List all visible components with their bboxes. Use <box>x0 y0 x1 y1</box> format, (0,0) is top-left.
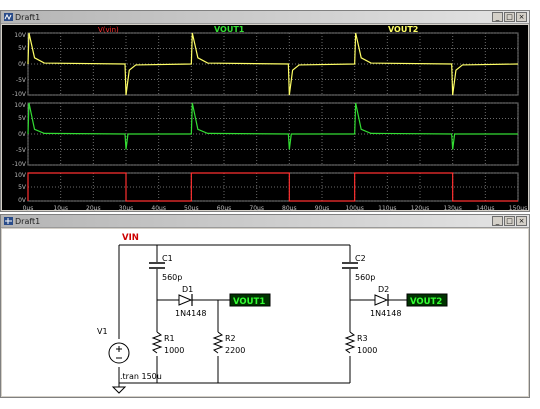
capacitor-c2-symbol[interactable] <box>342 262 358 269</box>
y-tick-label: -5V <box>16 77 27 84</box>
x-tick-label: 120µs <box>411 205 429 211</box>
y-tick-label: 5V <box>18 45 27 52</box>
r2-value-label: 2200 <box>225 346 245 355</box>
resistor-r3-symbol[interactable] <box>344 331 356 354</box>
x-tick-label: 60µs <box>217 205 232 211</box>
schematic-app-icon <box>4 217 13 225</box>
x-tick-label: 140µs <box>476 205 494 211</box>
resistor-r2-symbol[interactable] <box>212 331 224 354</box>
grid-lines <box>27 32 519 202</box>
maximize-button[interactable]: □ <box>504 12 515 22</box>
c2-value-label: 560p <box>355 273 375 282</box>
y-tick-label: -10V <box>12 161 27 168</box>
y-tick-label: 10V <box>14 32 27 39</box>
legend-vin[interactable]: V(vin) <box>98 26 119 34</box>
diode-d2-symbol[interactable] <box>374 294 389 306</box>
schematic-svg: VOUT1 VOUT2 VIN C1 560p C2 560p D1 1N414… <box>97 233 448 394</box>
pane-bottom-frame <box>27 172 519 202</box>
c1-name-label: C1 <box>162 254 173 263</box>
voltage-source-v1-symbol[interactable] <box>108 342 130 364</box>
schematic-titlebar[interactable]: Draft1 _ □ × <box>1 215 529 228</box>
y-tick-label: 5V <box>18 184 27 191</box>
d1-value-label: 1N4148 <box>175 309 206 318</box>
x-tick-label: 30µs <box>119 205 134 211</box>
waveform-window: Draft1 _ □ × V(vin) VOUT1 VOUT2 10V 5V 0… <box>0 10 530 212</box>
diode-d1-symbol[interactable] <box>178 294 193 306</box>
c2-name-label: C2 <box>355 254 366 263</box>
netflag-vout1[interactable]: VOUT1 <box>229 293 271 307</box>
minimize-button[interactable]: _ <box>492 216 503 226</box>
net-label-vin: VIN <box>122 233 139 243</box>
waveform-plot-area[interactable]: V(vin) VOUT1 VOUT2 10V 5V 0V -5V -10V 10… <box>2 25 528 212</box>
y-tick-label: 0V <box>18 131 27 138</box>
x-tick-label: 80µs <box>282 205 297 211</box>
legend-vout2[interactable]: VOUT2 <box>388 25 418 34</box>
x-axis-ticks: 0µs 10µs 20µs 30µs 40µs 50µs 60µs 70µs 80µs 90µs 1… <box>23 205 528 212</box>
y-tick-label: 0V <box>18 61 27 68</box>
y-tick-label: 10V <box>14 102 27 109</box>
x-tick-label: 110µs <box>378 205 396 211</box>
r1-value-label: 1000 <box>164 346 184 355</box>
x-tick-label: 50µs <box>184 205 199 211</box>
y-tick-label: -10V <box>12 91 27 98</box>
y-tick-label: 5V <box>18 115 27 122</box>
x-tick-label: 90µs <box>315 205 330 211</box>
close-button[interactable]: × <box>516 216 527 226</box>
r3-name-label: R3 <box>357 334 368 343</box>
minimize-button[interactable]: _ <box>492 12 503 22</box>
schematic-window: Draft1 _ □ × VOUT1 VOUT2 VIN C1 560p C2 … <box>0 214 530 398</box>
y-tick-label: 0V <box>18 197 27 204</box>
y-tick-label: -5V <box>16 147 27 154</box>
x-tick-label: 130µs <box>443 205 461 211</box>
netflag-vout2-label: VOUT2 <box>410 297 442 307</box>
waveform-svg: V(vin) VOUT1 VOUT2 10V 5V 0V -5V -10V 10… <box>12 25 528 212</box>
x-tick-label: 100µs <box>345 205 363 211</box>
waveform-window-title: Draft1 <box>15 13 41 22</box>
maximize-button[interactable]: □ <box>504 216 515 226</box>
capacitor-c1-symbol[interactable] <box>149 262 165 269</box>
x-tick-label: 0µs <box>23 205 34 211</box>
x-tick-label: 40µs <box>151 205 166 211</box>
schematic-window-title: Draft1 <box>15 217 41 226</box>
schematic-canvas[interactable]: VOUT1 VOUT2 VIN C1 560p C2 560p D1 1N414… <box>2 229 528 396</box>
r2-name-label: R2 <box>225 334 236 343</box>
r1-name-label: R1 <box>164 334 175 343</box>
trace-v-vin[interactable] <box>27 172 518 202</box>
d2-name-label: D2 <box>378 285 389 294</box>
x-tick-label: 150µs <box>509 205 527 211</box>
waveform-app-icon <box>4 13 13 21</box>
trace-vout2[interactable] <box>27 32 519 96</box>
trace-layer <box>27 32 519 202</box>
r3-value-label: 1000 <box>357 346 377 355</box>
v1-name-label: V1 <box>97 327 108 336</box>
x-tick-label: 70µs <box>249 205 264 211</box>
d1-name-label: D1 <box>182 285 193 294</box>
ground-icon <box>111 383 127 394</box>
spice-directive[interactable]: .tran 150u <box>120 372 162 381</box>
netflag-vout2[interactable]: VOUT2 <box>406 293 448 307</box>
resistor-r1-symbol[interactable] <box>151 331 163 354</box>
x-tick-label: 10µs <box>53 205 68 211</box>
legend-vout1[interactable]: VOUT1 <box>214 25 245 34</box>
d2-value-label: 1N4148 <box>370 309 401 318</box>
close-button[interactable]: × <box>516 12 527 22</box>
trace-vout1[interactable] <box>27 102 518 150</box>
wires <box>118 244 407 384</box>
c1-value-label: 560p <box>162 273 182 282</box>
waveform-titlebar[interactable]: Draft1 _ □ × <box>1 11 529 24</box>
x-tick-label: 20µs <box>86 205 101 211</box>
netflag-vout1-label: VOUT1 <box>233 297 265 307</box>
y-tick-label: 10V <box>14 172 27 179</box>
